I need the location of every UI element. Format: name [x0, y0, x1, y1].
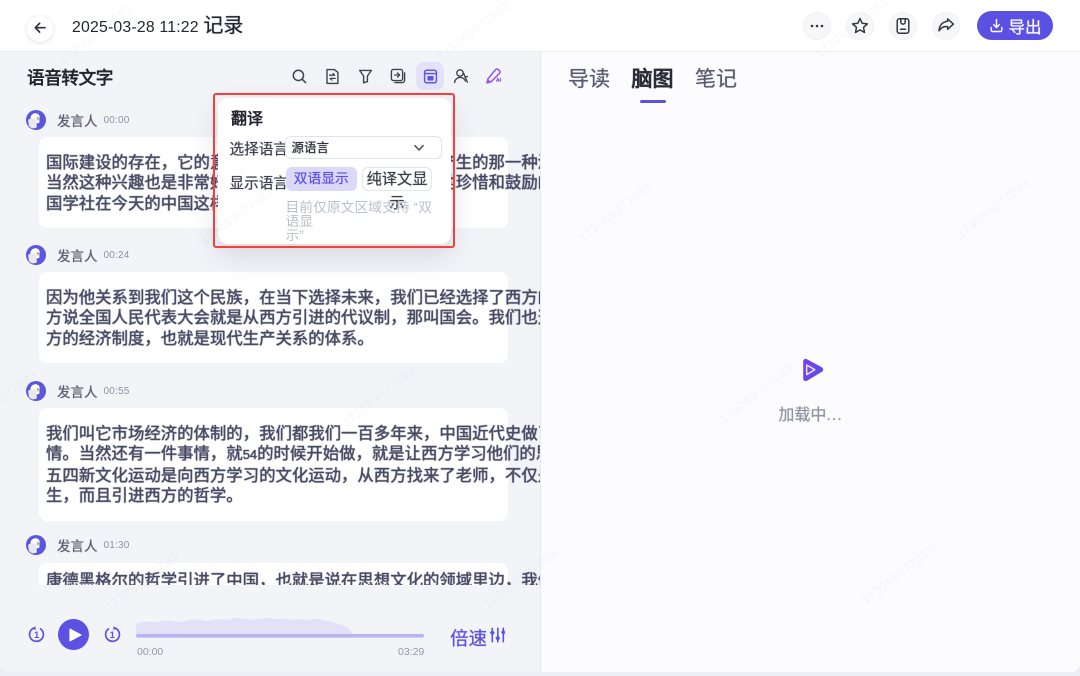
svg-text:1: 1 [110, 630, 116, 641]
svg-text:1: 1 [34, 630, 40, 641]
